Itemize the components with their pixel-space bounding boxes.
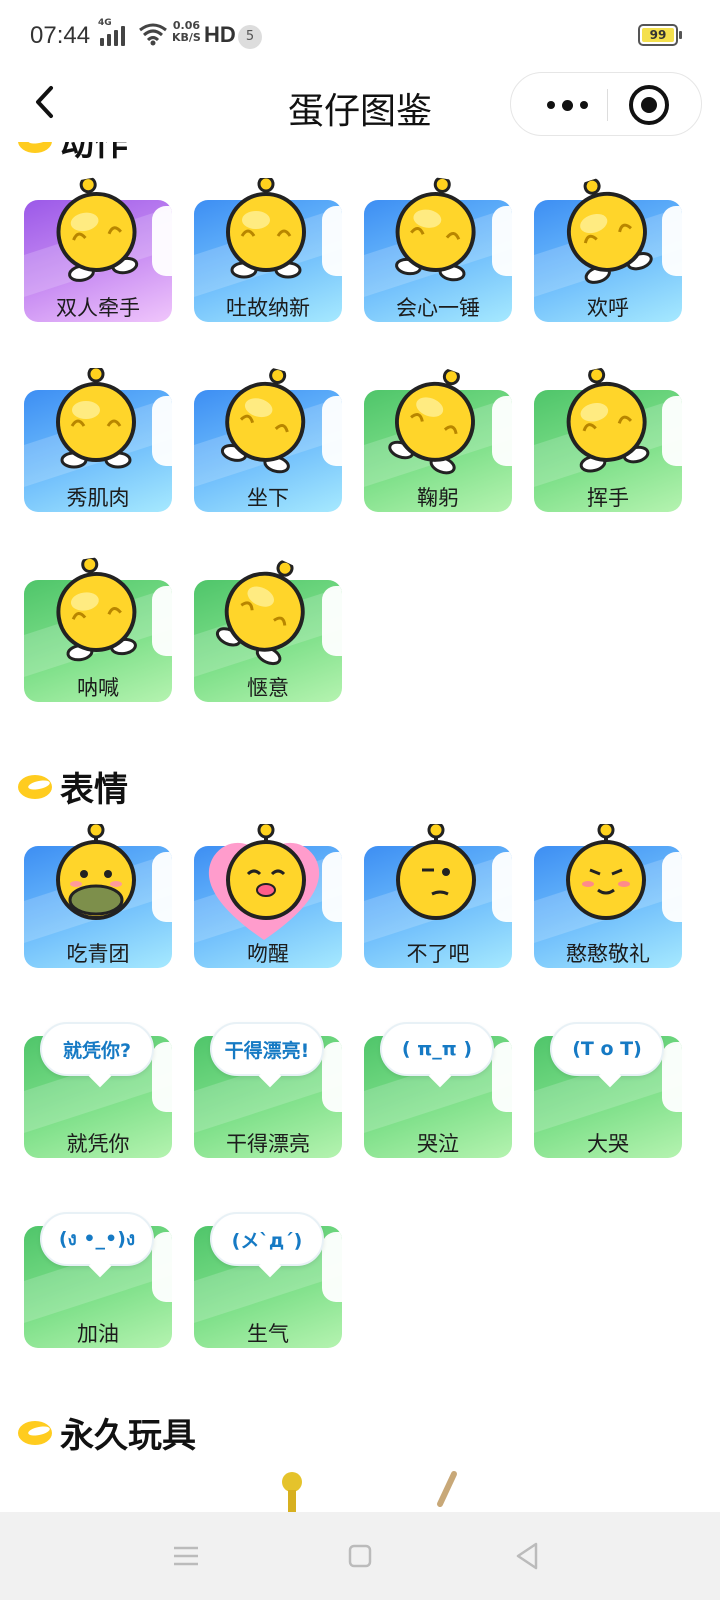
collection-card[interactable]: ( π_π ) 哭泣: [358, 1020, 514, 1160]
speech-bubble: 干得漂亮!: [210, 1022, 324, 1076]
toy-preview-peek: [240, 1464, 480, 1512]
card-label: 大哭: [587, 1132, 629, 1156]
collection-card[interactable]: 吃青团: [18, 821, 174, 970]
egg-character-illustration: [42, 365, 150, 474]
egg-character-illustration: [42, 176, 150, 284]
hd-indicator: HD: [204, 22, 236, 47]
card-label: 加油: [77, 1322, 119, 1346]
battery-level: 99: [642, 28, 674, 42]
egg-section-icon: [16, 771, 54, 801]
mini-program-header: 蛋仔图鉴: [0, 70, 720, 142]
card-label: 吐故纳新: [226, 296, 310, 320]
more-dots-icon[interactable]: [531, 83, 603, 127]
card-label: 双人牵手: [56, 296, 140, 320]
egg-character-illustration: [552, 366, 660, 474]
collection-card[interactable]: 干得漂亮! 干得漂亮: [188, 1020, 344, 1160]
capsule-divider: [607, 89, 608, 121]
card-label: 坐下: [247, 486, 289, 510]
card-label: 秀肌肉: [66, 486, 130, 510]
egg-section-icon: [16, 142, 54, 155]
speech-bubble: (メ`д´): [210, 1212, 324, 1266]
egg-character-illustration: [382, 368, 490, 475]
triangle-back-icon[interactable]: [508, 1536, 548, 1576]
egg-section-icon: [16, 1417, 54, 1447]
collection-card[interactable]: (ง •_•)ง 加油: [18, 1210, 174, 1350]
card-label: 挥手: [587, 486, 629, 510]
collection-card[interactable]: 秀肌肉: [18, 365, 174, 514]
collection-card[interactable]: 憨憨敬礼: [528, 821, 684, 970]
collection-card[interactable]: 鞠躬: [358, 368, 514, 514]
section-title-text: 永久玩具: [60, 1415, 196, 1456]
card-label: 会心一锤: [396, 296, 480, 320]
collection-card[interactable]: 不了吧: [358, 821, 514, 970]
egg-character-illustration: [212, 821, 320, 930]
system-nav-bar: [0, 1512, 720, 1600]
collection-card[interactable]: 会心一锤: [358, 175, 514, 324]
status-time: 07:44: [30, 22, 91, 49]
collection-card[interactable]: 就凭你? 就凭你: [18, 1020, 174, 1160]
battery-icon: 99: [638, 24, 678, 46]
card-label: 鞠躬: [417, 486, 459, 510]
card-label: 干得漂亮: [226, 1132, 310, 1156]
egg-character-illustration: [42, 821, 150, 930]
capsule-menu: [510, 72, 702, 136]
section-title: 表情: [16, 764, 128, 810]
card-label: 不了吧: [406, 942, 470, 966]
speech-bubble: (ง •_•)ง: [40, 1212, 154, 1266]
egg-character-illustration: [212, 175, 320, 284]
collection-card[interactable]: 欢呼: [528, 177, 684, 324]
section-title-text: 动作: [60, 142, 128, 164]
egg-character-illustration: [552, 177, 660, 284]
speed-unit: KB/S: [172, 31, 201, 44]
section-title: 动作: [16, 142, 128, 164]
card-label: 生气: [247, 1322, 289, 1346]
collection-card[interactable]: 吻醒: [188, 821, 344, 970]
collection-card[interactable]: (T o T) 大哭: [528, 1020, 684, 1160]
collection-card[interactable]: 坐下: [188, 367, 344, 514]
section-title-text: 表情: [60, 769, 128, 810]
egg-character-illustration: [382, 175, 490, 284]
speech-bubble: ( π_π ): [380, 1022, 494, 1076]
egg-character-illustration: [382, 821, 490, 930]
egg-character-illustration: [42, 555, 150, 664]
card-label: 呐喊: [77, 676, 119, 700]
section-title: 永久玩具: [16, 1410, 196, 1456]
collection-card[interactable]: 吐故纳新: [188, 175, 344, 324]
card-label: 哭泣: [417, 1132, 459, 1156]
egg-character-illustration: [212, 367, 320, 474]
battery-tip: [679, 31, 682, 39]
card-label: 憨憨敬礼: [566, 942, 650, 966]
signal-icon: [100, 22, 125, 46]
wifi-icon: [139, 23, 167, 46]
collection-card[interactable]: (メ`д´) 生气: [188, 1210, 344, 1350]
card-label: 欢呼: [587, 296, 629, 320]
collection-card[interactable]: 双人牵手: [18, 176, 174, 324]
menu-icon[interactable]: [166, 1536, 206, 1576]
network-speed: 0.06 KB/S: [172, 20, 201, 44]
egg-character-illustration: [552, 821, 660, 930]
notification-badge: 5: [238, 25, 262, 49]
status-bar: 07:44 4G 0.06 KB/S HD 5 99: [0, 0, 720, 70]
speech-bubble: 就凭你?: [40, 1022, 154, 1076]
card-label: 吻醒: [247, 942, 289, 966]
card-label: 惬意: [247, 676, 289, 700]
speech-bubble: (T o T): [550, 1022, 664, 1076]
collection-card[interactable]: 惬意: [188, 559, 344, 704]
collection-card[interactable]: 挥手: [528, 366, 684, 514]
square-home-icon[interactable]: [340, 1536, 380, 1576]
egg-character-illustration: [212, 558, 320, 666]
target-close-icon[interactable]: [629, 85, 669, 125]
encyclopedia-content: 动作 双人牵手 吐故纳新 会心一锤 欢呼 秀肌肉 坐下 鞠躬 挥手 呐喊 惬意 …: [0, 142, 720, 1512]
card-label: 吃青团: [66, 942, 130, 966]
collection-card[interactable]: 呐喊: [18, 555, 174, 704]
card-label: 就凭你: [66, 1132, 130, 1156]
